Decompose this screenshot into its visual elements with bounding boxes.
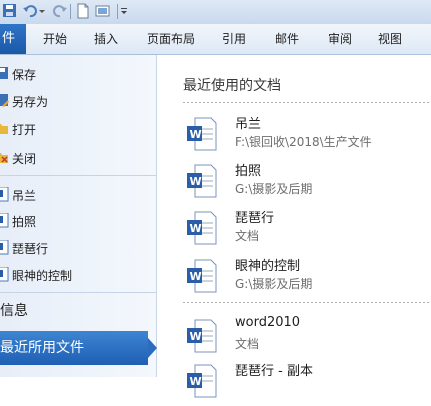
document-name: 琵琶行 [235, 211, 275, 226]
undo-icon[interactable] [22, 3, 38, 19]
document-name: 眼神的控制 [235, 259, 301, 274]
tab-mailings[interactable]: 邮件 [275, 24, 299, 54]
nav-open[interactable]: 打开 [0, 117, 156, 141]
print-preview-icon[interactable] [95, 3, 111, 19]
word-doc-icon [0, 266, 9, 282]
nav-recent-doc[interactable]: 吊兰 [0, 183, 156, 207]
tab-insert[interactable]: 插入 [94, 24, 118, 54]
close-doc-icon [0, 150, 9, 165]
word-doc-icon: W [187, 364, 217, 398]
save-icon [0, 66, 9, 81]
word-doc-icon: W [187, 211, 217, 245]
document-name: 吊兰 [235, 117, 262, 132]
nav-open-label: 打开 [12, 123, 37, 137]
nav-divider [0, 175, 156, 176]
redo-icon[interactable] [52, 3, 68, 19]
word-doc-icon [0, 239, 9, 255]
tab-references[interactable]: 引用 [222, 24, 246, 54]
svg-text:W: W [190, 222, 202, 235]
tab-review[interactable]: 审阅 [328, 24, 352, 54]
word-doc-icon [0, 186, 9, 202]
recent-document-item[interactable]: W 琵琶行 文档 [187, 207, 427, 253]
nav-recent-doc[interactable]: 拍照 [0, 209, 156, 233]
nav-recent-doc-label: 琵琶行 [12, 242, 49, 256]
nav-save[interactable]: 保存 [0, 62, 156, 86]
recent-documents-pane: 最近使用的文档 W 吊兰 F:\银回收\2018\生产文件 W 拍照 G:\摄影… [157, 55, 431, 398]
word-doc-icon: W [187, 164, 217, 198]
svg-text:W: W [190, 175, 202, 188]
recent-document-item[interactable]: W 拍照 G:\摄影及后期 [187, 160, 427, 206]
nav-recent-doc-label: 吊兰 [12, 189, 37, 203]
document-path: G:\摄影及后期 [235, 277, 313, 291]
document-path: F:\银回收\2018\生产文件 [235, 135, 372, 149]
nav-recent-doc[interactable]: 眼神的控制 [0, 263, 156, 287]
nav-info[interactable]: 信息 [0, 297, 156, 325]
word-doc-icon: W [187, 319, 217, 353]
nav-recent-doc-label: 拍照 [12, 215, 37, 229]
recent-document-item[interactable]: W 吊兰 F:\银回收\2018\生产文件 [187, 113, 427, 159]
tab-page-layout[interactable]: 页面布局 [147, 24, 195, 54]
document-path: G:\摄影及后期 [235, 182, 313, 196]
tab-home[interactable]: 开始 [43, 24, 67, 54]
nav-save-label: 保存 [12, 68, 37, 82]
undo-dropdown-icon[interactable] [38, 3, 46, 19]
save-as-icon [0, 93, 9, 108]
nav-save-as[interactable]: 另存为 [0, 89, 156, 113]
document-path: 文档 [235, 337, 260, 351]
recent-document-item[interactable]: W 琵琶行 - 副本 [187, 360, 427, 406]
documents-divider [183, 302, 431, 303]
recent-document-item[interactable]: W word2010 文档 [187, 315, 427, 361]
nav-close-label: 关闭 [12, 152, 37, 166]
tab-file[interactable]: 件 [0, 24, 26, 54]
open-folder-icon [0, 121, 9, 136]
nav-divider [0, 292, 156, 293]
selected-arrow-icon [148, 338, 157, 358]
word-doc-icon [0, 212, 9, 228]
word-doc-icon: W [187, 117, 217, 151]
toolbar-separator [117, 4, 118, 19]
nav-recent-doc[interactable]: 琵琶行 [0, 236, 156, 260]
heading-divider [183, 102, 431, 103]
ribbon-tab-bar: 件 开始 插入 页面布局 引用 邮件 审阅 视图 [0, 24, 431, 55]
nav-recent-files[interactable]: 最近所用文件 [0, 331, 148, 365]
recent-document-item[interactable]: W 眼神的控制 G:\摄影及后期 [187, 255, 427, 301]
new-doc-icon[interactable] [75, 3, 91, 19]
word-doc-icon: W [187, 259, 217, 293]
nav-save-as-label: 另存为 [12, 95, 49, 109]
svg-text:W: W [190, 128, 202, 141]
tab-view[interactable]: 视图 [378, 24, 402, 54]
customize-toolbar-icon[interactable] [120, 3, 128, 19]
toolbar-separator [70, 4, 71, 19]
nav-recent-doc-label: 眼神的控制 [12, 269, 73, 283]
quick-access-toolbar [0, 0, 431, 25]
nav-close[interactable]: 关闭 [0, 146, 156, 170]
document-path: 文档 [235, 229, 260, 243]
svg-text:W: W [190, 330, 202, 343]
document-name: word2010 [235, 315, 301, 330]
document-name: 琵琶行 - 副本 [235, 364, 313, 379]
save-icon[interactable] [2, 3, 18, 19]
svg-text:W: W [190, 270, 202, 283]
document-name: 拍照 [235, 164, 262, 179]
recent-documents-heading: 最近使用的文档 [183, 78, 281, 94]
